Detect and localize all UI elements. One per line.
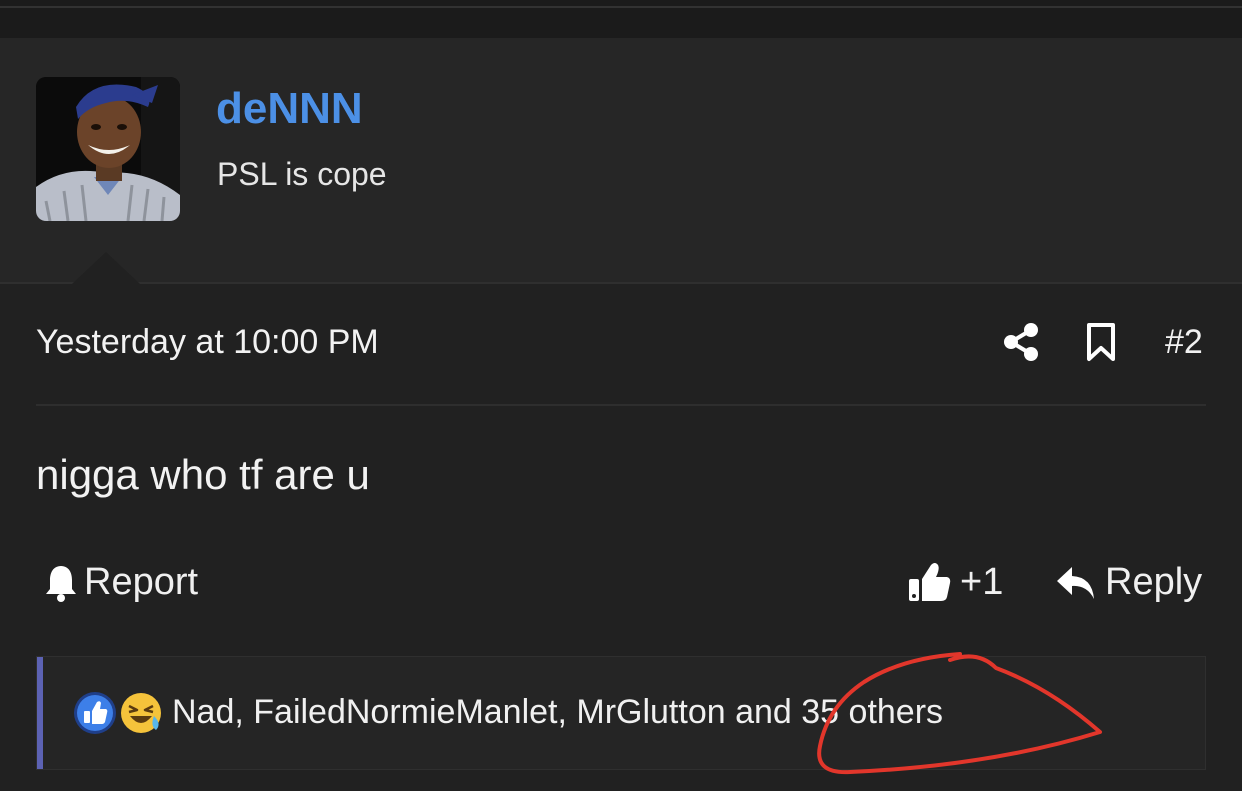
plus-one-button[interactable]: +1: [906, 559, 1003, 605]
top-band: [0, 0, 1242, 38]
bookmark-icon[interactable]: [1084, 322, 1118, 362]
plus-one-label: +1: [960, 560, 1004, 603]
bell-icon: [46, 565, 76, 602]
post-number-link[interactable]: #2: [1165, 323, 1203, 362]
user-header-divider: [0, 282, 1242, 284]
haha-reaction-icon[interactable]: [118, 690, 164, 736]
user-title: PSL is cope: [217, 156, 387, 192]
reply-label: Reply: [1105, 561, 1203, 603]
report-button[interactable]: Report: [44, 561, 198, 604]
message-user-header: [0, 38, 1242, 284]
reply-button[interactable]: Reply: [1055, 561, 1202, 604]
user-avatar-photo: [36, 77, 180, 221]
post-message: nigga who tf are u: [36, 451, 370, 498]
user-avatar[interactable]: [36, 77, 180, 221]
like-reaction-icon[interactable]: [72, 690, 118, 736]
share-icon[interactable]: [1001, 322, 1041, 362]
post-divider: [36, 404, 1206, 406]
reaction-users-link[interactable]: Nad, FailedNormieManlet, MrGlutton and 3…: [172, 693, 943, 732]
top-divider: [0, 6, 1242, 8]
report-label: Report: [84, 561, 199, 603]
reactions-accent-bar: [37, 657, 43, 769]
username-link[interactable]: deNNN: [216, 84, 363, 134]
reply-arrow-icon: [1057, 566, 1094, 599]
thumbs-up-icon: [909, 563, 951, 601]
user-header-pointer: [72, 252, 140, 284]
post-date[interactable]: Yesterday at 10:00 PM: [36, 323, 379, 362]
